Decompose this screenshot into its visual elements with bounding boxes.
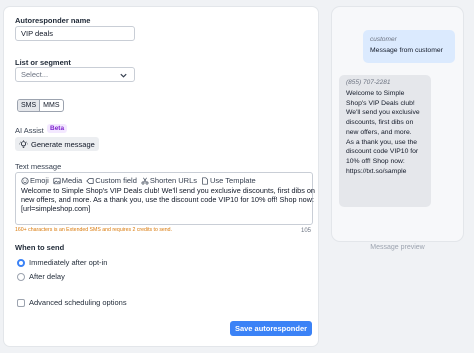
channel-sms[interactable]: SMS (18, 100, 41, 111)
reply-line: discounts, first dibs on (346, 119, 414, 127)
message-text[interactable]: Welcome to Simple Shop's VIP Deals club!… (21, 186, 317, 213)
advanced-scheduling-label: Advanced scheduling options (29, 298, 127, 307)
smiley-icon (21, 176, 29, 185)
reply-line: As a thank you, use the (346, 138, 418, 146)
customer-label: customer (370, 36, 397, 43)
reply-bubble: (855) 707-2281 Welcome to Simple Shop's … (339, 75, 431, 207)
reply-text: Welcome to Simple Shop's VIP Deals club!… (346, 89, 424, 176)
channel-mms[interactable]: MMS (40, 100, 62, 111)
template-label: Use Template (210, 176, 256, 185)
generate-message-button[interactable]: Generate message (15, 137, 99, 151)
reply-line: https://txt.so/sample (346, 167, 407, 175)
scissors-icon (141, 177, 149, 184)
sender-number: (855) 707-2281 (346, 79, 391, 86)
option-immediately-label: Immediately after opt-in (29, 258, 108, 267)
document-icon (202, 176, 208, 185)
option-after-delay-label: After delay (29, 272, 65, 281)
image-icon (53, 177, 61, 184)
emoji-label: Emoji (30, 176, 49, 185)
media-label: Media (61, 176, 83, 185)
character-count: 105 (301, 228, 312, 234)
when-to-send-label: When to send (15, 243, 65, 252)
shorten-label: Shorten URLs (149, 176, 197, 185)
tag-icon (86, 177, 94, 184)
reply-line: Welcome to Simple (346, 90, 405, 97)
reply-line: We'll send you exclusive (346, 109, 420, 117)
lightbulb-icon (19, 139, 28, 148)
use-template-button[interactable]: Use Template (201, 176, 256, 185)
reply-line: 10% off! Shop now: (346, 157, 405, 165)
radio-immediately[interactable] (17, 259, 25, 267)
reply-line: new offers, and more. (346, 128, 412, 136)
message-preview-caption: Message preview (370, 244, 425, 251)
media-button[interactable]: Media (53, 176, 82, 185)
reply-line: discount code VIP10 for (346, 148, 419, 156)
shorten-urls-button[interactable]: Shorten URLs (141, 176, 197, 185)
text-message-label: Text message (15, 162, 62, 171)
name-label: Autoresponder name (15, 16, 91, 25)
message-textarea[interactable]: Emoji Media Custom field Shorten URLs Us… (15, 172, 315, 225)
radio-after-delay[interactable] (17, 273, 25, 281)
list-placeholder: Select... (21, 70, 49, 79)
autoresponder-form: Autoresponder name List or segment Selec… (3, 6, 319, 347)
chevron-down-icon (120, 73, 127, 78)
phone-preview: customer Message from customer (855) 707… (331, 6, 464, 242)
extended-sms-warning: 160+ characters is an Extended SMS and r… (15, 227, 173, 233)
customer-message: Message from customer (370, 47, 443, 54)
generate-label: Generate message (31, 139, 95, 149)
name-input[interactable] (15, 26, 135, 41)
channel-toggle: SMS MMS (17, 99, 64, 112)
reply-line: Shop's VIP Deals club! (346, 99, 415, 107)
save-autoresponder-button[interactable]: Save autoresponder (230, 321, 312, 336)
list-label: List or segment (15, 58, 71, 67)
message-toolbar: Emoji Media Custom field Shorten URLs Us… (21, 176, 256, 185)
emoji-button[interactable]: Emoji (21, 176, 49, 185)
beta-badge: Beta (47, 124, 68, 133)
ai-assist-label: AI Assist (15, 126, 44, 135)
advanced-scheduling-checkbox[interactable] (17, 299, 25, 307)
customer-message-bubble: customer Message from customer (363, 30, 455, 63)
custom-field-button[interactable]: Custom field (86, 176, 137, 185)
list-select[interactable]: Select... (15, 67, 135, 82)
custom-field-label: Custom field (95, 176, 137, 185)
